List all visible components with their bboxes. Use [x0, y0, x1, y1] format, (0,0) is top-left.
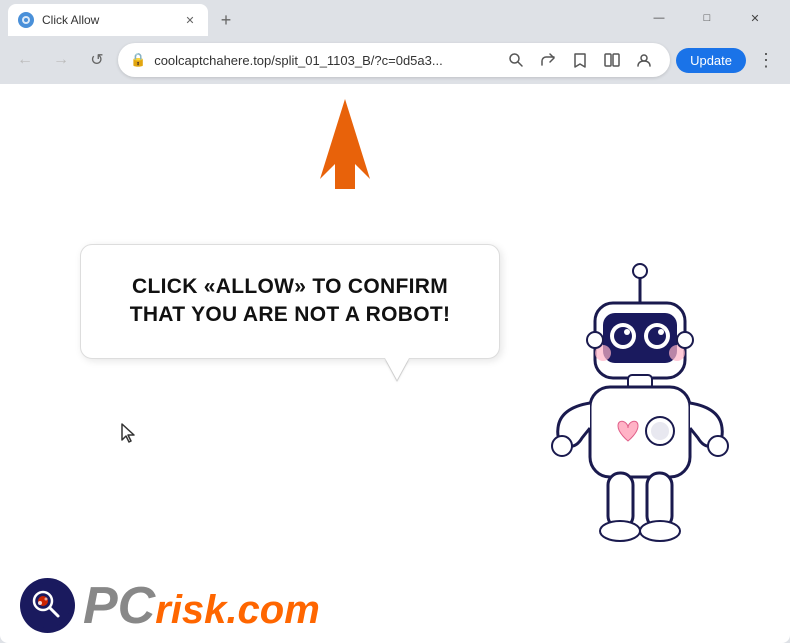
- chrome-menu-button[interactable]: ⋮: [752, 46, 780, 74]
- tab-close-button[interactable]: ✕: [182, 12, 198, 28]
- pcrisk-risk-text: risk.com: [155, 590, 320, 630]
- pcrisk-icon: [20, 578, 75, 633]
- orange-arrow: [300, 89, 390, 194]
- back-button[interactable]: ←: [10, 45, 40, 75]
- robot-character: [540, 263, 760, 603]
- pcrisk-logo: PC risk.com: [20, 578, 320, 633]
- pcrisk-pc-text: PC: [83, 580, 155, 632]
- search-icon-btn[interactable]: [502, 46, 530, 74]
- page-content: CLICK «ALLOW» TO CONFIRM THAT YOU ARE NO…: [0, 84, 790, 643]
- tab-favicon: [18, 12, 34, 28]
- mouse-cursor: [120, 422, 140, 446]
- active-tab[interactable]: Click Allow ✕: [8, 4, 208, 36]
- chrome-window: Click Allow ✕ + — □ ✕ ← → ↺ 🔒 coolcaptch…: [0, 0, 790, 643]
- bubble-text: CLICK «ALLOW» TO CONFIRM THAT YOU ARE NO…: [111, 273, 469, 330]
- forward-button[interactable]: →: [46, 45, 76, 75]
- profile-icon-btn[interactable]: [630, 46, 658, 74]
- tab-title: Click Allow: [42, 13, 174, 27]
- pcrisk-text-container: PC risk.com: [83, 580, 320, 632]
- reader-mode-icon-btn[interactable]: [598, 46, 626, 74]
- bookmark-icon-btn[interactable]: [566, 46, 594, 74]
- share-icon-btn[interactable]: [534, 46, 562, 74]
- maximize-button[interactable]: □: [684, 3, 730, 33]
- minimize-button[interactable]: —: [636, 3, 682, 33]
- speech-bubble: CLICK «ALLOW» TO CONFIRM THAT YOU ARE NO…: [80, 244, 500, 359]
- window-controls: — □ ✕: [636, 3, 782, 33]
- address-bar[interactable]: 🔒 coolcaptchahere.top/split_01_1103_B/?c…: [118, 43, 670, 77]
- title-bar: Click Allow ✕ + — □ ✕: [0, 0, 790, 36]
- new-tab-button[interactable]: +: [212, 6, 240, 34]
- address-bar-icons: [502, 46, 658, 74]
- close-button[interactable]: ✕: [732, 3, 778, 33]
- refresh-button[interactable]: ↺: [82, 45, 112, 75]
- nav-bar: ← → ↺ 🔒 coolcaptchahere.top/split_01_110…: [0, 36, 790, 84]
- update-button[interactable]: Update: [676, 48, 746, 73]
- lock-icon: 🔒: [130, 52, 146, 68]
- url-text: coolcaptchahere.top/split_01_1103_B/?c=0…: [154, 53, 494, 68]
- tab-strip: Click Allow ✕ +: [8, 0, 636, 36]
